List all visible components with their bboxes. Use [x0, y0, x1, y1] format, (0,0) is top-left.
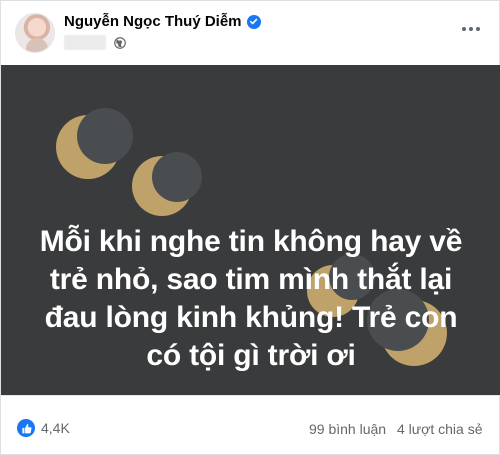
post-meta	[64, 35, 126, 50]
facebook-post-card: Nguyễn Ngọc Thuý Diễm Mỗi khi nghe tin k…	[0, 0, 500, 455]
post-text-line: trẻ nhỏ, sao tim mình thắt lại	[49, 263, 453, 296]
comments-link[interactable]: 99 bình luận	[309, 421, 386, 437]
more-options-button[interactable]	[459, 23, 483, 35]
globe-icon	[114, 36, 126, 49]
footer-divider	[1, 395, 500, 396]
author-avatar[interactable]	[15, 13, 55, 53]
post-image-text: Mỗi khi nghe tin không hay về trẻ nhỏ, s…	[36, 223, 466, 375]
reaction-count: 4,4K	[41, 420, 70, 436]
more-options-dot	[469, 27, 473, 31]
shares-link[interactable]: 4 lượt chia sẻ	[397, 421, 482, 437]
post-text-line: có tội gì trời ơi	[146, 339, 356, 372]
post-image[interactable]: Mỗi khi nghe tin không hay về trẻ nhỏ, s…	[1, 65, 500, 395]
post-footer: 4,4K 99 bình luận 4 lượt chia sẻ	[1, 419, 500, 443]
author-row: Nguyễn Ngọc Thuý Diễm	[64, 13, 261, 30]
timestamp-placeholder	[64, 35, 106, 50]
author-name[interactable]: Nguyễn Ngọc Thuý Diễm	[64, 13, 242, 30]
like-icon	[17, 419, 35, 437]
reaction-summary[interactable]: 4,4K	[17, 419, 70, 437]
more-options-dot	[462, 27, 466, 31]
post-header: Nguyễn Ngọc Thuý Diễm	[1, 1, 500, 63]
post-text-line: đau lòng kinh khủng! Trẻ con	[44, 301, 458, 334]
post-text-line: Mỗi khi nghe tin không hay về	[39, 225, 463, 258]
more-options-dot	[476, 27, 480, 31]
verified-badge-icon	[246, 14, 261, 29]
